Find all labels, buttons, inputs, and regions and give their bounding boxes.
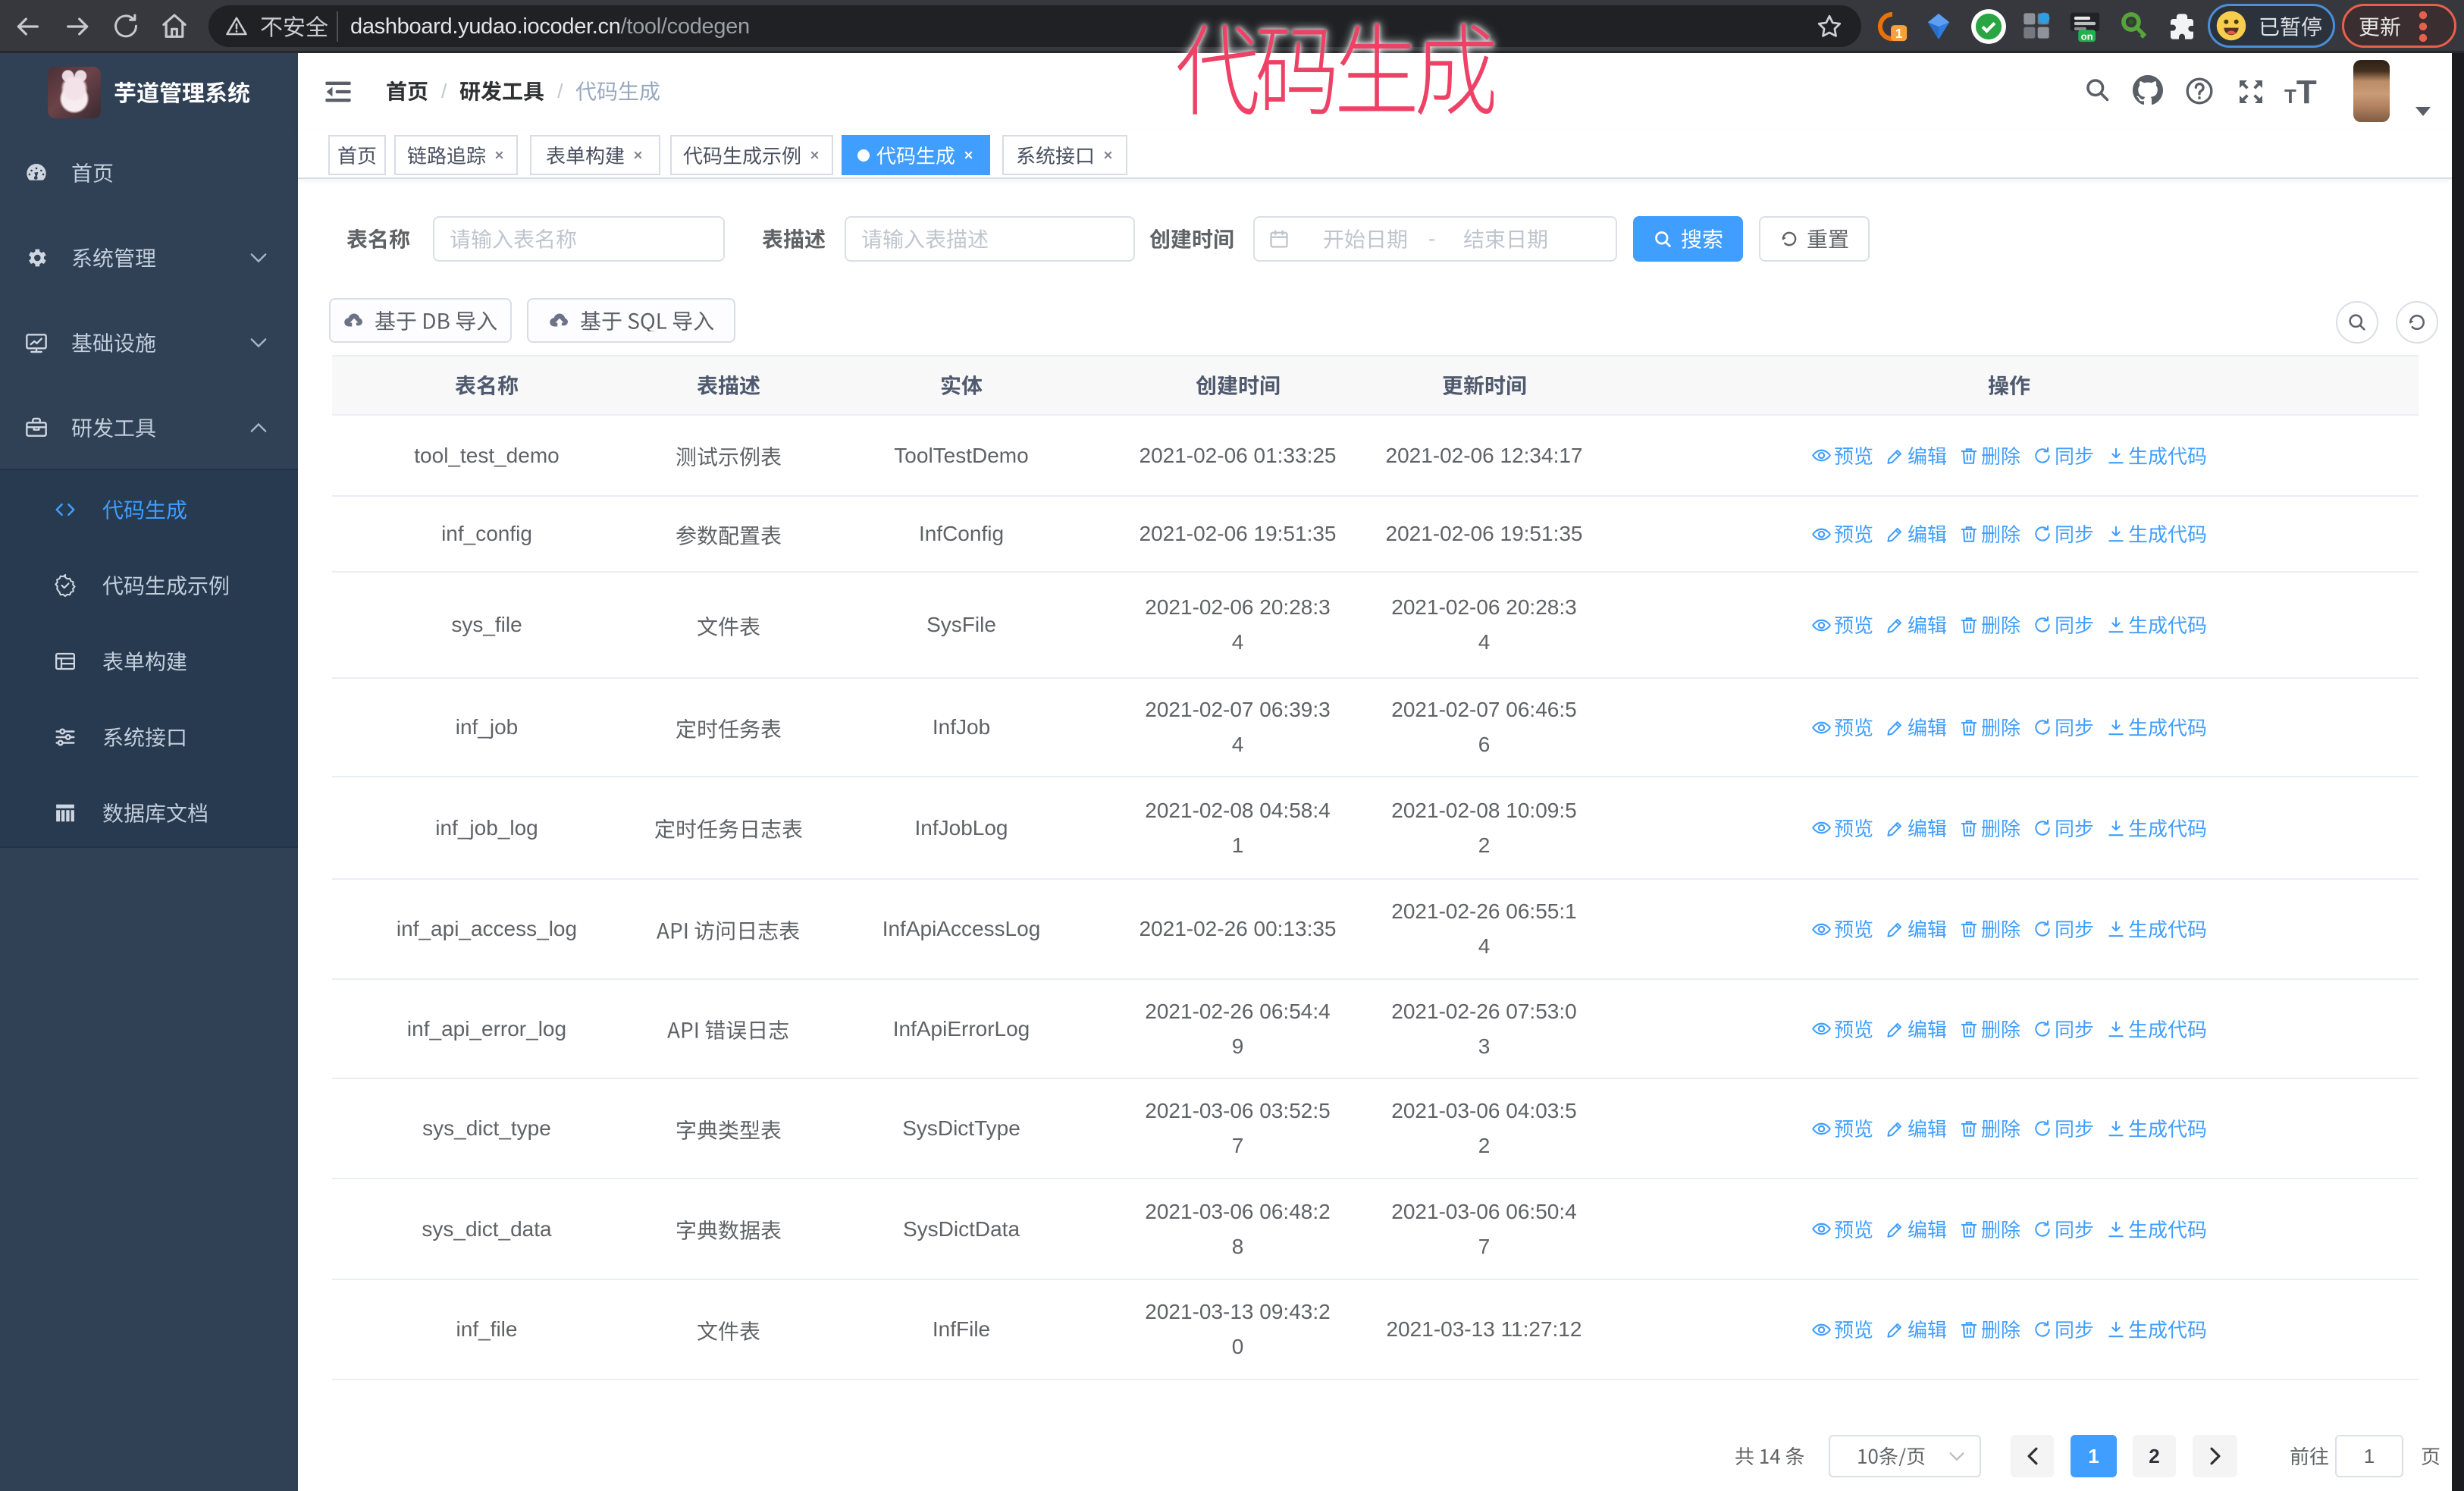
svg-text:1: 1	[1895, 26, 1903, 41]
svg-text:on: on	[2081, 30, 2093, 42]
